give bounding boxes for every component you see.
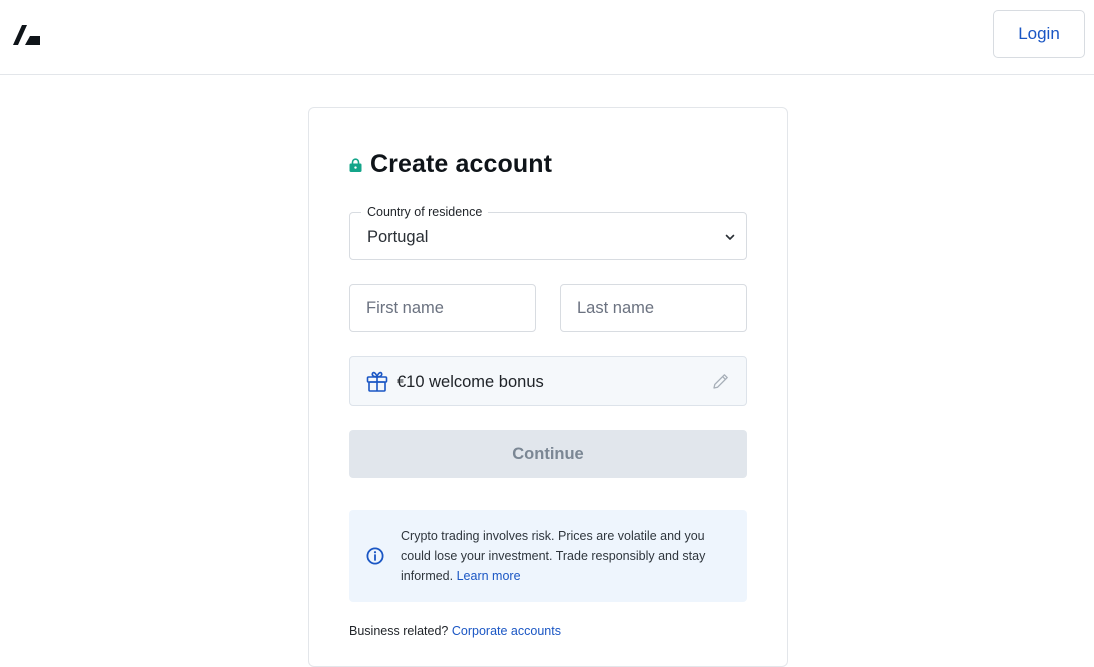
lock-icon <box>349 157 362 172</box>
first-name-input[interactable] <box>349 284 536 332</box>
country-select[interactable]: Country of residence Portugal <box>349 205 747 260</box>
page-title: Create account <box>370 150 553 178</box>
top-bar: Login <box>0 0 1094 75</box>
create-account-card: Create account Country of residence Port… <box>308 107 788 667</box>
risk-notice-body: Crypto trading involves risk. Prices are… <box>401 529 706 583</box>
brand-logo-icon[interactable] <box>13 25 40 45</box>
learn-more-link[interactable]: Learn more <box>457 569 521 583</box>
login-button[interactable]: Login <box>993 10 1085 58</box>
last-name-input[interactable] <box>560 284 747 332</box>
welcome-bonus-field[interactable]: €10 welcome bonus <box>349 356 747 406</box>
chevron-down-icon <box>725 234 735 240</box>
pencil-icon[interactable] <box>711 372 730 391</box>
corporate-accounts-link[interactable]: Corporate accounts <box>452 624 561 638</box>
risk-notice-text: Crypto trading involves risk. Prices are… <box>401 526 731 586</box>
gift-icon <box>366 371 388 392</box>
risk-notice: Crypto trading involves risk. Prices are… <box>349 510 747 602</box>
info-icon <box>366 547 384 565</box>
business-line: Business related? Corporate accounts <box>349 624 561 638</box>
business-question: Business related? <box>349 624 449 638</box>
country-label: Country of residence <box>361 205 489 219</box>
welcome-bonus-text: €10 welcome bonus <box>397 373 544 391</box>
title-row: Create account <box>349 150 552 179</box>
continue-button[interactable]: Continue <box>349 430 747 478</box>
country-value: Portugal <box>367 228 429 246</box>
